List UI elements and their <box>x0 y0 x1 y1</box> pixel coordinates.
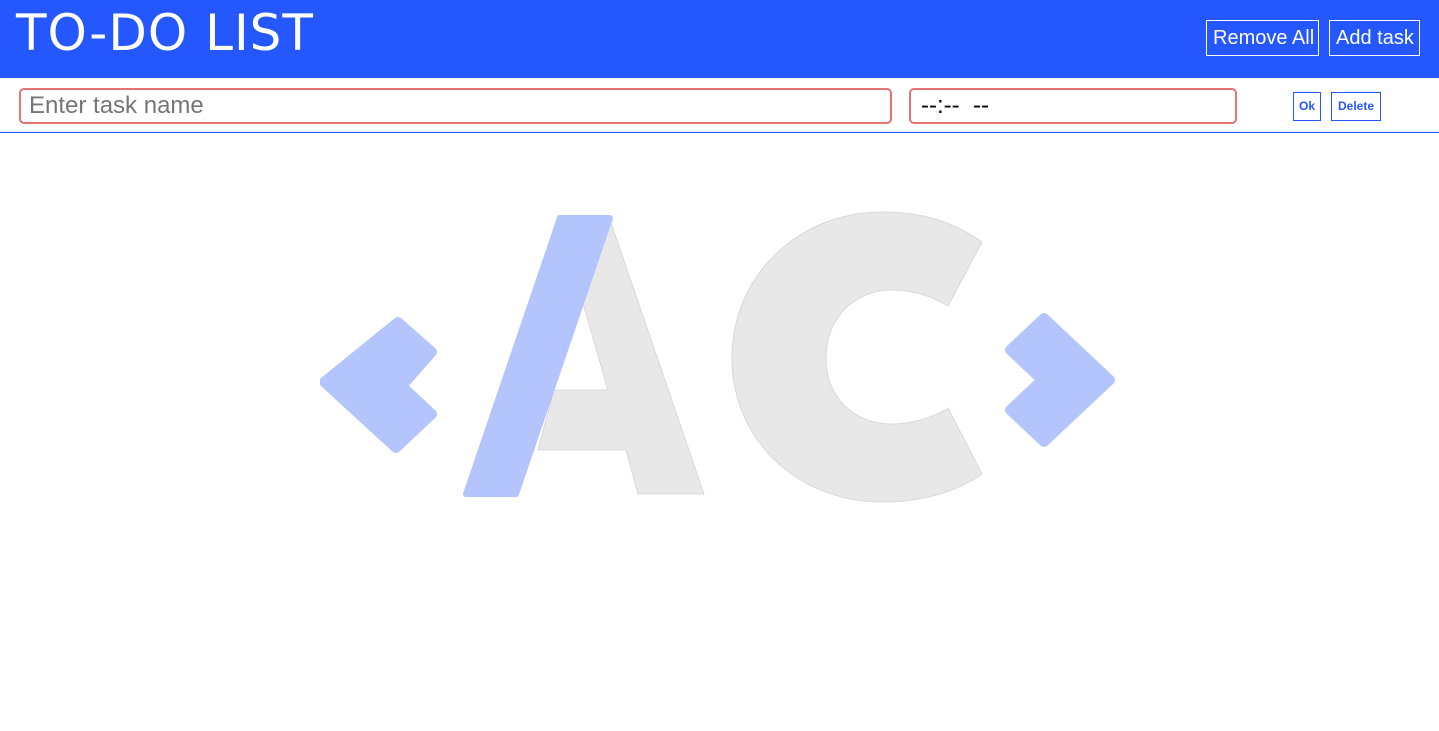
letter-a-accent <box>463 215 613 497</box>
app-header: TO-DO LIST Remove All Add task <box>0 0 1439 78</box>
task-time-input[interactable]: --:-- -- <box>909 88 1237 124</box>
right-chevron-icon <box>1005 313 1115 447</box>
task-name-input[interactable] <box>19 88 892 124</box>
todo-app: TO-DO LIST Remove All Add task --:-- -- … <box>0 0 1439 731</box>
page-title: TO-DO LIST <box>16 4 314 62</box>
add-task-button[interactable]: Add task <box>1329 20 1420 56</box>
ok-button[interactable]: Ok <box>1293 92 1321 121</box>
letter-c <box>731 211 983 503</box>
task-form: --:-- -- Ok Delete <box>0 78 1439 133</box>
ac-logo-icon <box>319 210 1120 506</box>
remove-all-button[interactable]: Remove All <box>1206 20 1319 56</box>
left-chevron-icon <box>319 317 437 453</box>
delete-button[interactable]: Delete <box>1331 92 1381 121</box>
